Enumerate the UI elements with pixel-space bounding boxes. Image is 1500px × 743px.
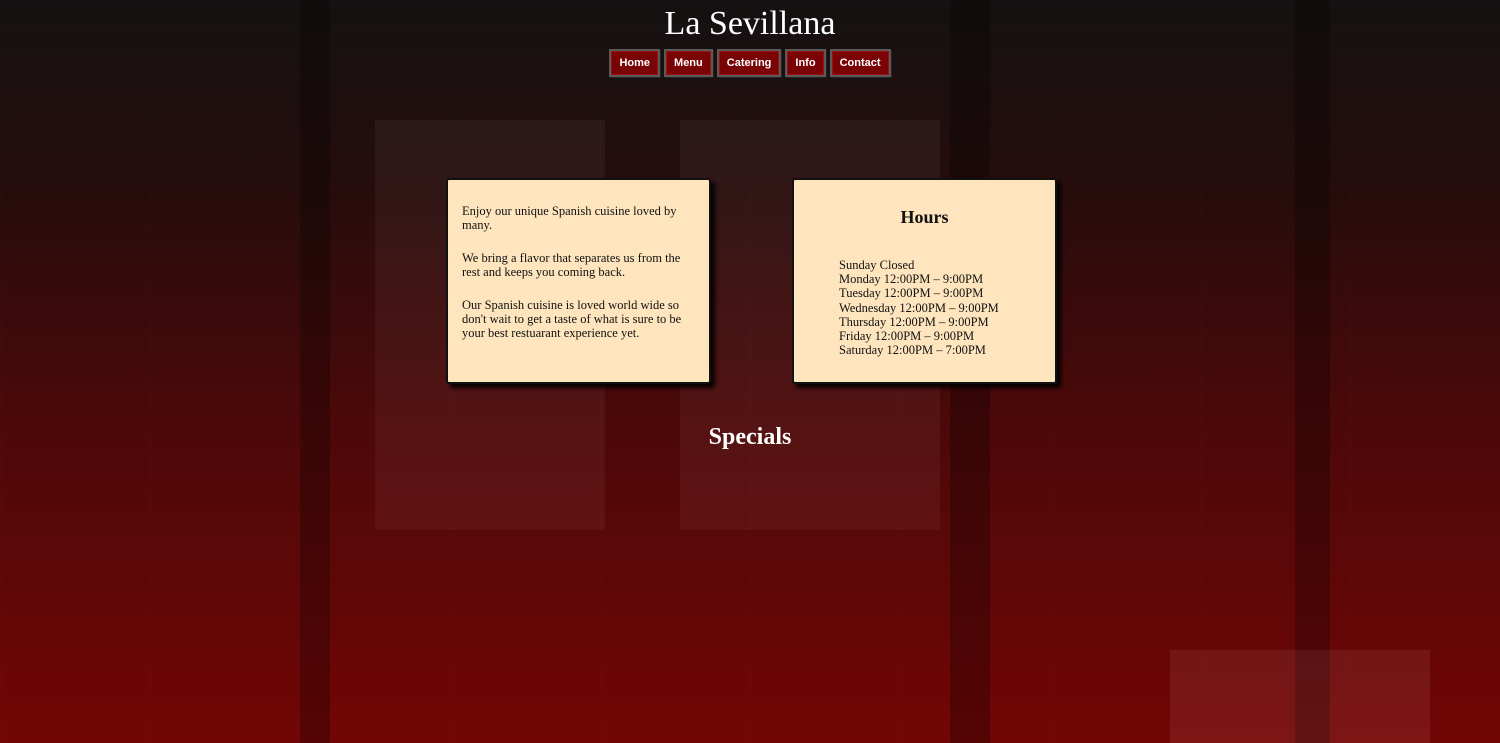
hours-title: Hours bbox=[900, 207, 949, 227]
nav-contact-button[interactable]: Contact bbox=[829, 49, 891, 77]
about-paragraph: Enjoy our unique Spanish cuisine loved b… bbox=[462, 204, 677, 232]
main-nav: Home Menu Catering Info Contact bbox=[0, 49, 1500, 77]
about-card: Enjoy our unique Spanish cuisine loved b… bbox=[446, 178, 711, 384]
site-header: La Sevillana Home Menu Catering Info Con… bbox=[0, 0, 1500, 77]
hours-line-monday: Monday 12:00PM – 9:00PM bbox=[839, 272, 984, 287]
site-title: La Sevillana bbox=[664, 5, 836, 42]
hours-line-sunday: Sunday Closed bbox=[839, 258, 915, 272]
nav-info-button[interactable]: Info bbox=[785, 49, 826, 77]
specials-heading: Specials bbox=[708, 424, 792, 450]
nav-catering-button[interactable]: Catering bbox=[716, 49, 782, 77]
nav-menu-button[interactable]: Menu bbox=[664, 49, 713, 77]
about-paragraph: We bring a flavor that separates us from… bbox=[462, 251, 681, 279]
hours-list: Sunday Closed Monday 12:00PM – 9:00PM Tu… bbox=[839, 258, 999, 357]
background-pillar bbox=[300, 0, 330, 743]
nav-home-button[interactable]: Home bbox=[609, 49, 661, 77]
hours-line-saturday: Saturday 12:00PM – 7:00PM bbox=[839, 343, 986, 358]
background-table bbox=[1170, 650, 1430, 743]
about-paragraph: Our Spanish cuisine is loved world wide … bbox=[462, 298, 682, 340]
hours-line-tuesday: Tuesday 12:00PM – 9:00PM bbox=[839, 286, 984, 301]
hours-line-thursday: Thursday 12:00PM – 9:00PM bbox=[839, 314, 989, 329]
background-pillar bbox=[1295, 0, 1330, 743]
background-photo bbox=[0, 0, 1500, 743]
hours-line-friday: Friday 12:00PM – 9:00PM bbox=[839, 329, 975, 344]
hours-card: Hours Sunday Closed Monday 12:00PM – 9:0… bbox=[792, 178, 1057, 384]
hours-line-wednesday: Wednesday 12:00PM – 9:00PM bbox=[839, 300, 999, 315]
